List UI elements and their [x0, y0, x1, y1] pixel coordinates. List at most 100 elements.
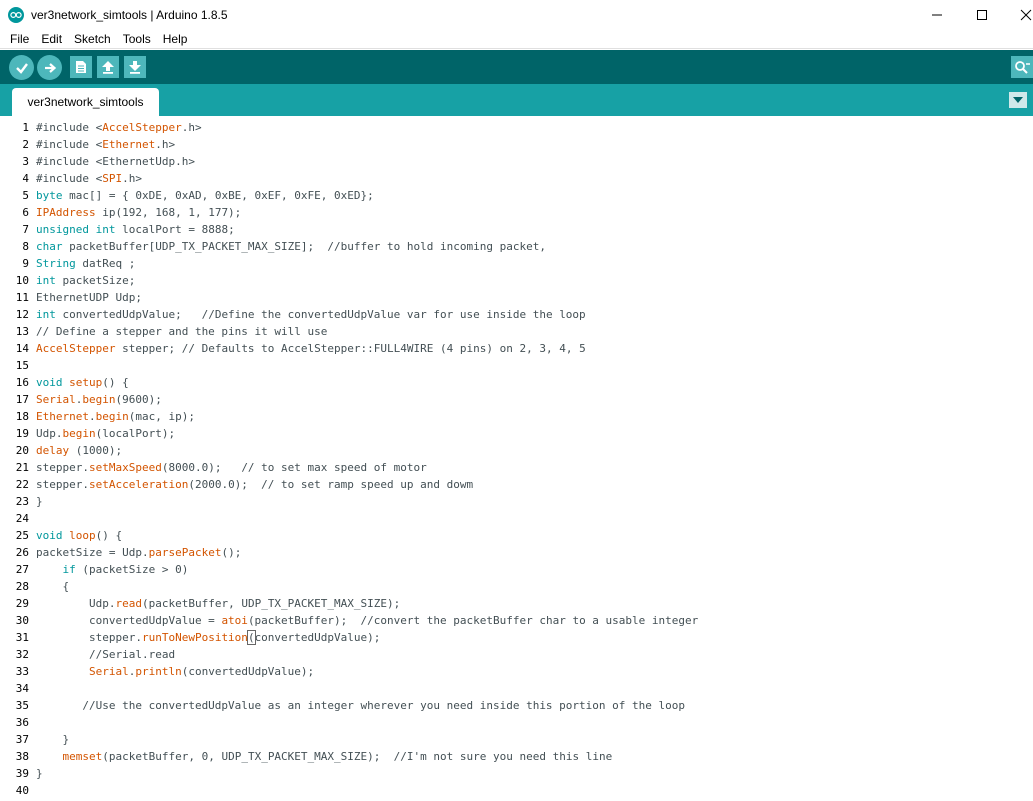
line-number: 15 — [15, 359, 29, 372]
line-number: 24 — [15, 512, 29, 525]
code-text: memset(packetBuffer, 0, UDP_TX_PACKET_MA… — [62, 750, 613, 763]
code-text: } — [36, 495, 43, 508]
code-text: int convertedUdpValue; //Define the conv… — [36, 308, 586, 321]
upload-button[interactable] — [37, 55, 62, 80]
line-number: 21 — [15, 461, 29, 474]
code-text: { — [36, 580, 70, 593]
line-number: 12 — [15, 308, 29, 321]
chevron-down-icon — [1013, 97, 1023, 103]
menu-tools[interactable]: Tools — [115, 32, 155, 46]
code-text: Serial.begin(9600); — [36, 393, 162, 406]
line-number: 8 — [22, 240, 29, 253]
window-title: ver3network_simtools | Arduino 1.8.5 — [31, 8, 228, 22]
upload-icon — [44, 62, 56, 73]
save-button[interactable] — [124, 56, 146, 78]
minimize-icon — [932, 14, 942, 16]
code-text: stepper.setAcceleration(2000.0); // to s… — [36, 478, 474, 491]
code-text: int packetSize; — [36, 274, 136, 287]
code-text: IPAddress ip(192, 168, 1, 177); — [36, 206, 242, 219]
tab-sketch[interactable]: ver3network_simtools — [12, 88, 159, 116]
code-text: #include <Ethernet.h> — [36, 138, 176, 151]
save-icon — [129, 61, 141, 74]
line-number: 6 — [22, 206, 29, 219]
code-text: } — [36, 767, 43, 780]
code-text: Ethernet.begin(mac, ip); — [36, 410, 195, 423]
new-icon — [76, 61, 86, 73]
code-text: Udp.read(packetBuffer, UDP_TX_PACKET_MAX… — [36, 597, 401, 610]
line-number: 1 — [22, 121, 29, 134]
close-button[interactable] — [1003, 0, 1033, 30]
code-text: void loop() { — [36, 529, 123, 542]
open-icon — [102, 61, 114, 74]
line-number: 22 — [15, 478, 29, 491]
code-text: #include <EthernetUdp.h> — [36, 155, 195, 168]
menu-edit[interactable]: Edit — [33, 32, 66, 46]
code-text: } — [36, 733, 70, 746]
menu-bar: File Edit Sketch Tools Help — [0, 30, 1033, 49]
code-text: if (packetSize > 0) — [62, 563, 189, 576]
code-text: packetSize = Udp.parsePacket(); — [36, 546, 242, 559]
maximize-button[interactable] — [959, 0, 1005, 30]
title-bar: ver3network_simtools | Arduino 1.8.5 — [0, 0, 1033, 30]
code-text: AccelStepper stepper; // Defaults to Acc… — [36, 342, 586, 355]
code-text: Udp.begin(localPort); — [36, 427, 176, 440]
code-text: unsigned int localPort = 8888; — [36, 223, 235, 236]
line-number: 4 — [22, 172, 29, 185]
code-text: EthernetUDP Udp; — [36, 291, 142, 304]
line-number: 16 — [15, 376, 29, 389]
code-text: byte mac[] = { 0xDE, 0xAD, 0xBE, 0xEF, 0… — [36, 189, 374, 202]
line-number: 9 — [22, 257, 29, 270]
menu-sketch[interactable]: Sketch — [66, 32, 115, 46]
verify-button[interactable] — [9, 55, 34, 80]
line-number: 27 — [15, 563, 29, 576]
code-text: //Serial.read — [36, 648, 176, 661]
minimize-button[interactable] — [914, 0, 960, 30]
maximize-icon — [977, 10, 987, 20]
line-number: 38 — [15, 750, 29, 763]
line-number: 31 — [15, 631, 29, 644]
open-button[interactable] — [97, 56, 119, 78]
line-number: 11 — [15, 291, 29, 304]
line-number: 30 — [15, 614, 29, 627]
tab-menu-button[interactable] — [1009, 92, 1027, 108]
code-text: delay (1000); — [36, 444, 123, 457]
code-editor[interactable]: 1 #include <AccelStepper.h> 2 #include <Eth… — [0, 116, 1033, 801]
new-button[interactable] — [70, 56, 92, 78]
serial-monitor-button[interactable] — [1011, 56, 1033, 78]
line-number: 40 — [15, 784, 29, 797]
line-number: 23 — [15, 495, 29, 508]
line-number: 33 — [15, 665, 29, 678]
menu-help[interactable]: Help — [155, 32, 192, 46]
line-number: 28 — [15, 580, 29, 593]
line-number: 7 — [22, 223, 29, 236]
line-number: 14 — [15, 342, 29, 355]
code-text: void setup() { — [36, 376, 129, 389]
arduino-logo-icon — [8, 7, 24, 23]
code-text: //Use the convertedUdpValue as an intege… — [36, 699, 686, 712]
line-number: 29 — [15, 597, 29, 610]
code-text: char packetBuffer[UDP_TX_PACKET_MAX_SIZE… — [36, 240, 546, 253]
toolbar — [0, 50, 1033, 84]
menu-file[interactable]: File — [2, 32, 33, 46]
line-number: 19 — [15, 427, 29, 440]
code-text: String datReq ; — [36, 257, 136, 270]
code-text: #include <AccelStepper.h> — [36, 121, 202, 134]
code-text: stepper.setMaxSpeed(8000.0); // to set m… — [36, 461, 427, 474]
serial-monitor-icon — [1015, 61, 1030, 74]
line-number: 34 — [15, 682, 29, 695]
close-icon — [1020, 9, 1032, 21]
line-number: 18 — [15, 410, 29, 423]
line-number: 20 — [15, 444, 29, 457]
line-number: 10 — [15, 274, 29, 287]
line-number: 3 — [22, 155, 29, 168]
line-number: 32 — [15, 648, 29, 661]
line-number: 25 — [15, 529, 29, 542]
line-number: 37 — [15, 733, 29, 746]
line-number: 35 — [15, 699, 29, 712]
code-text: // Define a stepper and the pins it will… — [36, 325, 328, 338]
code-text: #include <SPI.h> — [36, 172, 142, 185]
line-number: 2 — [22, 138, 29, 151]
verify-icon — [15, 62, 28, 74]
line-number: 5 — [22, 189, 29, 202]
line-number: 17 — [15, 393, 29, 406]
